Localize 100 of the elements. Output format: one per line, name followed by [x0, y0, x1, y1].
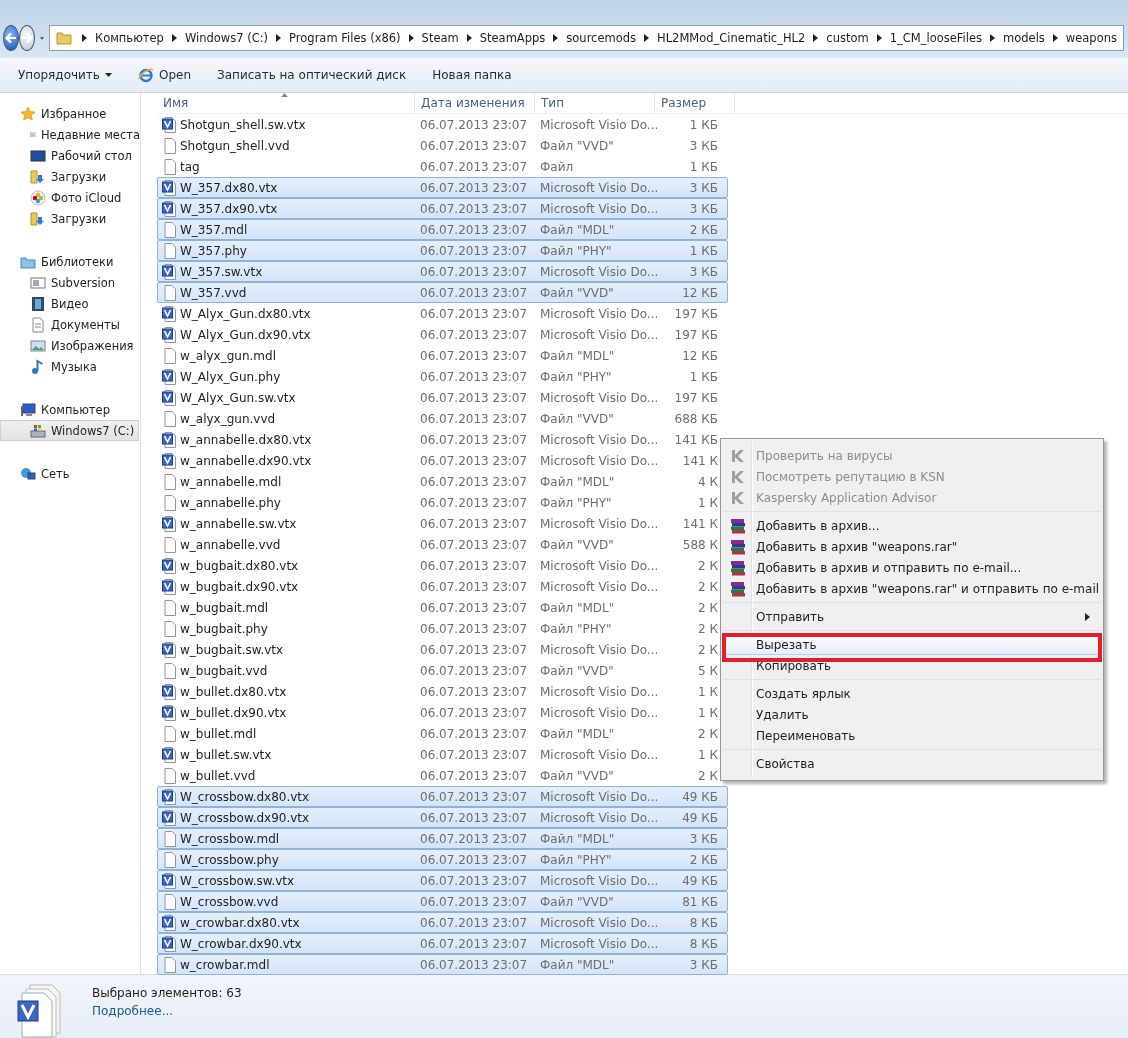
file-size: 141 КБ — [673, 432, 718, 447]
sidebar-item[interactable]: Недавние места — [0, 124, 140, 145]
file-row[interactable]: W_crossbow.dx90.vtx 06.07.2013 23:07 Microsoft Visio Do... 49 КБ — [157, 807, 728, 828]
sidebar-item[interactable]: Загрузки — [0, 166, 140, 187]
sidebar-header[interactable]: Компьютер — [0, 399, 140, 420]
breadcrumb-segment[interactable]: sourcemods — [566, 31, 637, 45]
file-type: Файл "MDL" — [540, 600, 616, 615]
file-name: W_crossbow.mdl — [180, 831, 281, 846]
chevron-icon[interactable] — [990, 34, 996, 42]
breadcrumb-segment[interactable]: custom — [826, 31, 869, 45]
file-row[interactable]: W_357.sw.vtx 06.07.2013 23:07 Microsoft Visio Do... 3 КБ — [157, 261, 728, 282]
sidebar-item[interactable]: Загрузки — [0, 208, 140, 229]
toolbar-button[interactable]: Новая папка — [422, 64, 522, 86]
file-type: Файл "PHY" — [540, 621, 613, 636]
file-date: 06.07.2013 23:07 — [420, 810, 529, 825]
file-row[interactable]: W_357.dx90.vtx 06.07.2013 23:07 Microsoft Visio Do... 3 КБ — [157, 198, 728, 219]
file-row[interactable]: W_crossbow.mdl 06.07.2013 23:07 Файл "MDL" 3 КБ — [157, 828, 728, 849]
back-button[interactable] — [3, 25, 19, 51]
file-row[interactable]: W_357.phy 06.07.2013 23:07 Файл "PHY" 1 КБ — [157, 240, 728, 261]
breadcrumb-segment[interactable]: weapons — [1065, 31, 1117, 45]
file-name: w_bugbait.sw.vtx — [180, 642, 285, 657]
chevron-icon[interactable] — [644, 34, 650, 42]
file-row[interactable]: w_crowbar.mdl 06.07.2013 23:07 Файл "MDL" 3 КБ — [157, 954, 728, 975]
sidebar-item[interactable]: Subversion — [0, 272, 140, 293]
breadcrumb-segment[interactable]: Program Files (x86) — [289, 31, 401, 45]
column-header[interactable]: Дата изменения — [415, 93, 535, 113]
file-date: 06.07.2013 23:07 — [420, 159, 529, 174]
chevron-icon[interactable] — [276, 34, 282, 42]
file-row[interactable]: W_Alyx_Gun.phy 06.07.2013 23:07 Файл "PHY" 1 КБ — [157, 366, 728, 387]
sidebar-item[interactable]: Документы — [0, 314, 140, 335]
sidebar-item[interactable]: Видео — [0, 293, 140, 314]
file-row[interactable]: W_357.dx80.vtx 06.07.2013 23:07 Microsoft Visio Do... 3 КБ — [157, 177, 728, 198]
breadcrumb-segment[interactable]: Windows7 (C:) — [184, 31, 269, 45]
file-row[interactable]: tag 06.07.2013 23:07 Файл 1 КБ — [157, 156, 728, 177]
file-row[interactable]: W_crossbow.vvd 06.07.2013 23:07 Файл "VVD" 81 КБ — [157, 891, 728, 912]
file-type: Microsoft Visio Do... — [540, 747, 660, 762]
file-size: 12 КБ — [681, 285, 718, 300]
details-link[interactable]: Подробнее... — [92, 1004, 174, 1018]
file-row[interactable]: W_357.mdl 06.07.2013 23:07 Файл "MDL" 2 КБ — [157, 219, 728, 240]
chevron-icon[interactable] — [876, 34, 882, 42]
file-name: w_alyx_gun.mdl — [180, 348, 277, 363]
file-date: 06.07.2013 23:07 — [420, 579, 529, 594]
forward-button[interactable] — [19, 25, 35, 51]
sidebar-item[interactable]: Рабочий стол — [0, 145, 140, 166]
visio-file-icon — [162, 431, 178, 448]
file-row[interactable]: W_crossbow.dx80.vtx 06.07.2013 23:07 Microsoft Visio Do... 49 КБ — [157, 786, 728, 807]
file-name: W_Alyx_Gun.dx80.vtx — [180, 306, 312, 321]
file-row[interactable]: W_Alyx_Gun.dx80.vtx 06.07.2013 23:07 Microsoft Visio Do... 197 КБ — [157, 303, 728, 324]
breadcrumb-segment[interactable]: Steam — [421, 31, 459, 45]
file-row[interactable]: W_crowbar.dx90.vtx 06.07.2013 23:07 Microsoft Visio Do... 8 КБ — [157, 933, 728, 954]
file-date: 06.07.2013 23:07 — [420, 369, 529, 384]
submenu-arrow-icon — [1085, 612, 1090, 621]
file-row[interactable]: Shotgun_shell.sw.vtx 06.07.2013 23:07 Microsoft Visio Do... 1 КБ — [157, 114, 728, 135]
toolbar-button[interactable]: Записать на оптический диск — [207, 64, 417, 86]
chevron-icon[interactable] — [81, 34, 87, 42]
column-header[interactable]: Тип — [535, 93, 655, 113]
blank-file-icon — [162, 599, 178, 616]
breadcrumb-segment[interactable]: SteamApps — [479, 31, 546, 45]
sidebar-item[interactable]: Изображения — [0, 335, 140, 356]
file-row[interactable]: W_Alyx_Gun.dx90.vtx 06.07.2013 23:07 Microsoft Visio Do... 197 КБ — [157, 324, 728, 345]
file-size: 197 КБ — [673, 306, 718, 321]
file-size: 141 К — [681, 516, 718, 531]
sidebar-header[interactable]: Сеть — [0, 463, 140, 484]
file-type: Microsoft Visio Do... — [540, 642, 660, 657]
sidebar-header[interactable]: Библиотеки — [0, 251, 140, 272]
breadcrumb-segment[interactable]: models — [1003, 31, 1045, 45]
chevron-icon[interactable] — [1052, 34, 1058, 42]
visio-file-icon — [162, 704, 178, 721]
address-bar[interactable]: Компьютер Windows7 (C:) Program Files (x86) Steam SteamApps sourcemods HL2MMod_Cinematic_HL2 custom 1_CM_looseFiles models weapons — [48, 25, 1124, 51]
chevron-icon[interactable] — [553, 34, 559, 42]
history-caret-icon[interactable] — [40, 35, 44, 41]
breadcrumb-segment[interactable]: HL2MMod_Cinematic_HL2 — [657, 31, 806, 45]
k-shield-icon — [730, 447, 746, 464]
file-date: 06.07.2013 23:07 — [420, 285, 529, 300]
chevron-icon[interactable] — [466, 34, 472, 42]
chevron-icon[interactable] — [813, 34, 819, 42]
chevron-icon[interactable] — [408, 34, 414, 42]
file-name: W_357.sw.vtx — [180, 264, 264, 279]
file-row[interactable]: w_alyx_gun.vvd 06.07.2013 23:07 Файл "VVD" 688 КБ — [157, 408, 728, 429]
file-row[interactable]: W_crossbow.sw.vtx 06.07.2013 23:07 Microsoft Visio Do... 49 КБ — [157, 870, 728, 891]
file-row[interactable]: Shotgun_shell.vvd 06.07.2013 23:07 Файл "VVD" 3 КБ — [157, 135, 728, 156]
sidebar-item[interactable]: Музыка — [0, 356, 140, 377]
chevron-icon[interactable] — [171, 34, 177, 42]
file-row[interactable]: w_crowbar.dx80.vtx 06.07.2013 23:07 Microsoft Visio Do... 8 КБ — [157, 912, 728, 933]
file-row[interactable]: w_alyx_gun.mdl 06.07.2013 23:07 Файл "MDL" 12 КБ — [157, 345, 728, 366]
file-row[interactable]: W_Alyx_Gun.sw.vtx 06.07.2013 23:07 Microsoft Visio Do... 197 КБ — [157, 387, 728, 408]
sidebar-item[interactable]: Фото iCloud — [0, 187, 140, 208]
visio-file-icon — [162, 935, 178, 952]
toolbar-button[interactable]: Open — [127, 63, 201, 87]
file-name: W_357.mdl — [180, 222, 249, 237]
sidebar-item[interactable]: Windows7 (C:) — [0, 420, 139, 441]
sidebar-header[interactable]: Избранное — [0, 103, 140, 124]
file-row[interactable]: W_357.vvd 06.07.2013 23:07 Файл "VVD" 12 КБ — [157, 282, 728, 303]
file-date: 06.07.2013 23:07 — [420, 201, 529, 216]
file-row[interactable]: W_crossbow.phy 06.07.2013 23:07 Файл "PHY" 2 КБ — [157, 849, 728, 870]
file-date: 06.07.2013 23:07 — [420, 915, 529, 930]
column-header[interactable]: Размер — [655, 93, 735, 113]
breadcrumb-segment[interactable]: 1_CM_looseFiles — [889, 31, 983, 45]
toolbar-button[interactable]: Упорядочить — [8, 64, 122, 86]
breadcrumb-segment[interactable]: Компьютер — [94, 31, 164, 45]
